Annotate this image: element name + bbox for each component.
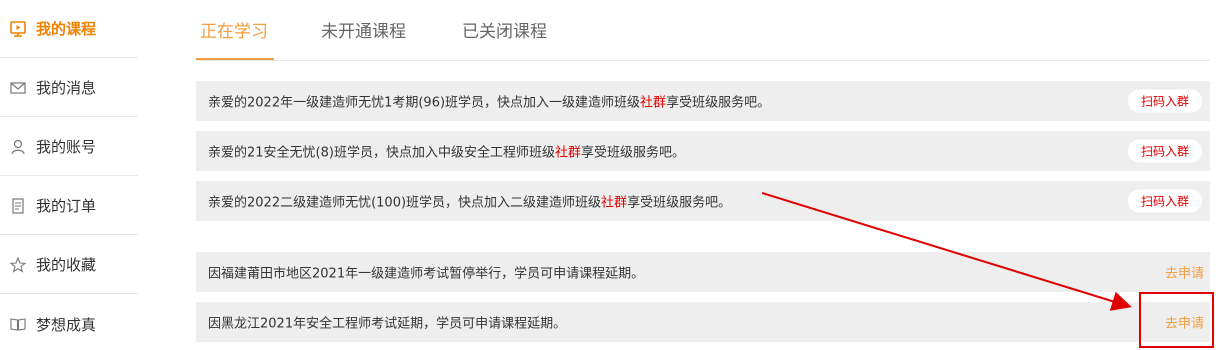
sidebar-item-label: 我的课程 xyxy=(36,20,97,38)
extension-notice-row: 因福建莆田市地区2021年一级建造师考试暂停举行，学员可申请课程延期。 去申请 xyxy=(196,252,1210,292)
star-icon xyxy=(9,256,27,274)
sidebar-item-label: 我的订单 xyxy=(36,197,97,215)
sidebar-item-my-favorites[interactable]: 我的收藏 xyxy=(0,236,138,294)
notice-text: 亲爱的2022二级建造师无忧(100)班学员，快点加入二级建造师班级社群享受班级… xyxy=(208,195,732,211)
sidebar-item-label: 我的账号 xyxy=(36,138,97,156)
scan-join-group-button[interactable]: 扫码入群 xyxy=(1127,189,1202,213)
sidebar-item-label: 梦想成真 xyxy=(36,315,97,334)
sidebar-item-dream-come-true[interactable]: 梦想成真 xyxy=(0,295,138,350)
notice-text: 亲爱的21安全无忧(8)班学员，快点加入中级安全工程师班级社群享受班级服务吧。 xyxy=(208,145,685,161)
course-icon xyxy=(9,20,27,38)
notice-text: 因福建莆田市地区2021年一级建造师考试暂停举行，学员可申请课程延期。 xyxy=(208,266,645,282)
group-notice-row: 亲爱的2022年一级建造师无忧1考期(96)班学员，快点加入一级建造师班级社群享… xyxy=(196,81,1210,121)
sidebar-item-label: 我的收藏 xyxy=(36,256,97,274)
course-tabs: 正在学习 未开通课程 已关闭课程 xyxy=(196,0,1210,61)
apply-extension-link[interactable]: 去申请 xyxy=(1165,263,1204,282)
order-icon xyxy=(9,197,27,215)
scan-join-group-button[interactable]: 扫码入群 xyxy=(1127,139,1202,163)
extension-notice-row: 因黑龙江2021年安全工程师考试延期，学员可申请课程延期。 去申请 xyxy=(196,302,1210,342)
page: 我的课程 我的消息 我的账号 我的订单 我的收藏 梦想成真 正在学习 未开通课程… xyxy=(0,0,1216,350)
apply-extension-link[interactable]: 去申请 xyxy=(1165,313,1204,332)
group-notice-row: 亲爱的2022二级建造师无忧(100)班学员，快点加入二级建造师班级社群享受班级… xyxy=(196,181,1210,221)
notice-text: 亲爱的2022年一级建造师无忧1考期(96)班学员，快点加入一级建造师班级社群享… xyxy=(208,95,771,111)
tab-not-activated[interactable]: 未开通课程 xyxy=(321,17,406,42)
sidebar: 我的课程 我的消息 我的账号 我的订单 我的收藏 梦想成真 xyxy=(0,0,138,350)
notice-text: 因黑龙江2021年安全工程师考试延期，学员可申请课程延期。 xyxy=(208,316,567,332)
tab-closed[interactable]: 已关闭课程 xyxy=(462,17,547,42)
sidebar-item-label: 我的消息 xyxy=(36,79,97,97)
scan-join-group-button[interactable]: 扫码入群 xyxy=(1127,89,1202,113)
sidebar-item-my-account[interactable]: 我的账号 xyxy=(0,118,138,176)
book-icon xyxy=(9,315,27,333)
group-notice-row: 亲爱的21安全无忧(8)班学员，快点加入中级安全工程师班级社群享受班级服务吧。 … xyxy=(196,131,1210,171)
sidebar-item-my-orders[interactable]: 我的订单 xyxy=(0,177,138,235)
sidebar-item-my-messages[interactable]: 我的消息 xyxy=(0,59,138,117)
active-tab-indicator xyxy=(196,58,274,60)
user-icon xyxy=(9,138,27,156)
sidebar-item-my-courses[interactable]: 我的课程 xyxy=(0,0,138,58)
message-icon xyxy=(9,79,27,97)
tab-studying[interactable]: 正在学习 xyxy=(200,17,268,42)
